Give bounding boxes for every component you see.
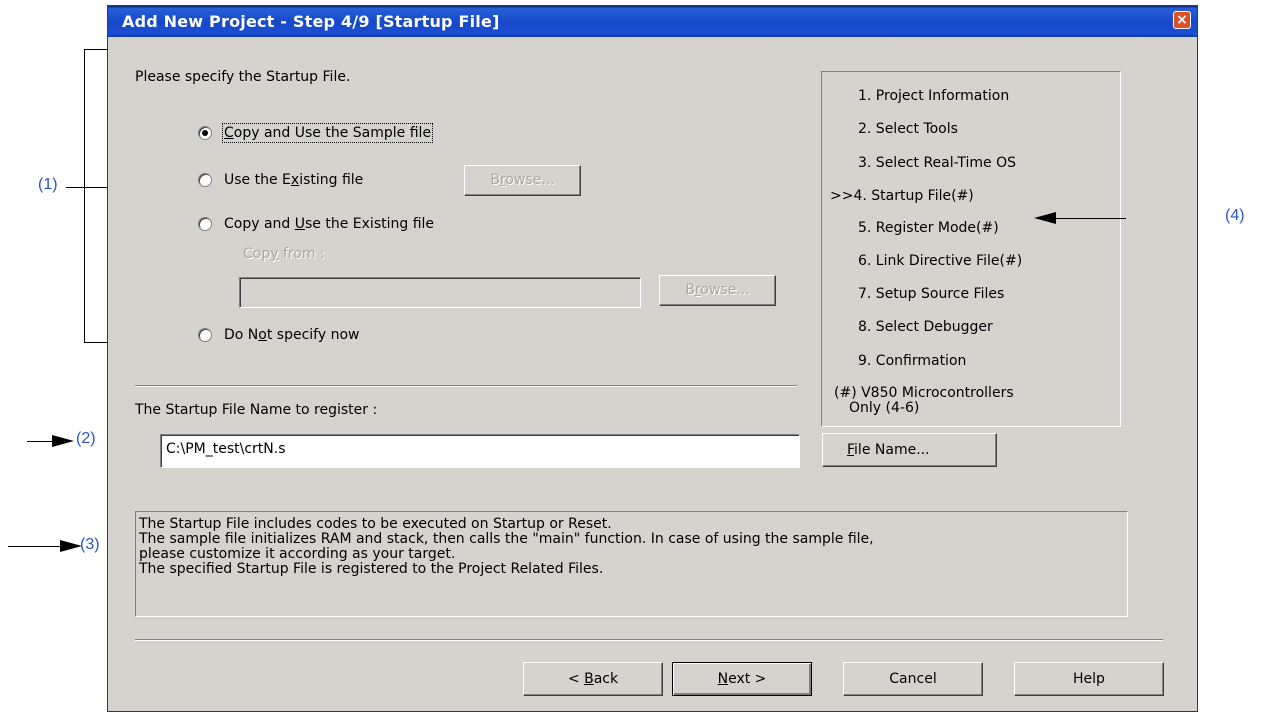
annotation-3: (3) bbox=[80, 536, 100, 553]
next-button[interactable]: Next > bbox=[672, 662, 812, 696]
description-line: The Startup File includes codes to be ex… bbox=[139, 516, 612, 532]
radio-do-not-specify-label[interactable]: Do Not specify now bbox=[224, 327, 360, 343]
radio-use-existing-indicator[interactable] bbox=[198, 173, 212, 187]
arrow-3-head bbox=[60, 540, 82, 552]
radio-copy-existing-label[interactable]: Copy and Use the Existing file bbox=[224, 216, 434, 232]
step-item: 3. Select Real-Time OS bbox=[858, 155, 1017, 171]
description-box: The Startup File includes codes to be ex… bbox=[135, 511, 1128, 617]
radio-copy-sample-indicator[interactable] bbox=[198, 126, 212, 140]
description-line: please customize it according as your ta… bbox=[139, 546, 456, 562]
step-item: 6. Link Directive File(#) bbox=[858, 253, 1023, 269]
radio-do-not-specify-indicator[interactable] bbox=[198, 328, 212, 342]
steps-panel: 1. Project Information 2. Select Tools 3… bbox=[821, 71, 1121, 427]
separator-upper bbox=[135, 385, 797, 387]
radio-copy-existing-indicator[interactable] bbox=[198, 217, 212, 231]
step-item: 8. Select Debugger bbox=[858, 319, 993, 335]
step-item-current: >>4. Startup File(#) bbox=[830, 188, 974, 204]
close-icon[interactable]: × bbox=[1173, 11, 1191, 29]
annotation-2: (2) bbox=[76, 430, 96, 447]
browse-button-copy-from[interactable]: Browse... bbox=[659, 275, 776, 306]
dialog-body: Please specify the Startup File. Copy an… bbox=[108, 37, 1197, 711]
description-line: The sample file initializes RAM and stac… bbox=[139, 531, 874, 547]
step-item: 7. Setup Source Files bbox=[858, 286, 1005, 302]
arrow-2-head bbox=[52, 435, 74, 447]
startup-file-name-input[interactable]: C:\PM_test\crtN.s bbox=[160, 434, 800, 468]
annotation-1: (1) bbox=[38, 176, 58, 193]
separator-lower bbox=[135, 639, 1163, 641]
copy-from-label: Copy from : bbox=[243, 246, 325, 262]
step-item: 1. Project Information bbox=[858, 88, 1010, 104]
radio-copy-sample-label[interactable]: Copy and Use the Sample file bbox=[221, 123, 434, 143]
cancel-button[interactable]: Cancel bbox=[843, 662, 983, 696]
description-line: The specified Startup File is registered… bbox=[139, 561, 604, 577]
step-item: 5. Register Mode(#) bbox=[858, 220, 999, 236]
radio-use-existing-label[interactable]: Use the Existing file bbox=[224, 172, 363, 188]
prompt-text: Please specify the Startup File. bbox=[135, 69, 351, 85]
step-item: 2. Select Tools bbox=[858, 121, 958, 137]
arrow-3-shaft bbox=[8, 546, 68, 547]
steps-note-line1: (#) V850 Microcontrollers bbox=[834, 385, 1014, 401]
arrow-4-shaft bbox=[1052, 218, 1126, 219]
back-button[interactable]: < Back bbox=[523, 662, 663, 696]
startup-file-name-label: The Startup File Name to register : bbox=[135, 402, 378, 418]
browse-button-existing[interactable]: Browse... bbox=[464, 165, 581, 196]
steps-note-line2: Only (4-6) bbox=[849, 400, 920, 416]
copy-from-input[interactable] bbox=[239, 277, 641, 308]
annotation-4: (4) bbox=[1225, 207, 1245, 224]
add-new-project-dialog: Add New Project - Step 4/9 [Startup File… bbox=[107, 5, 1198, 712]
help-button[interactable]: Help bbox=[1014, 662, 1164, 696]
window-title: Add New Project - Step 4/9 [Startup File… bbox=[122, 12, 500, 31]
step-item: 9. Confirmation bbox=[858, 353, 967, 369]
bracket-vertical-line bbox=[84, 49, 85, 342]
title-bar[interactable]: Add New Project - Step 4/9 [Startup File… bbox=[108, 6, 1197, 37]
file-name-button[interactable]: File Name... bbox=[822, 433, 997, 467]
bracket-mid-line bbox=[66, 187, 110, 188]
